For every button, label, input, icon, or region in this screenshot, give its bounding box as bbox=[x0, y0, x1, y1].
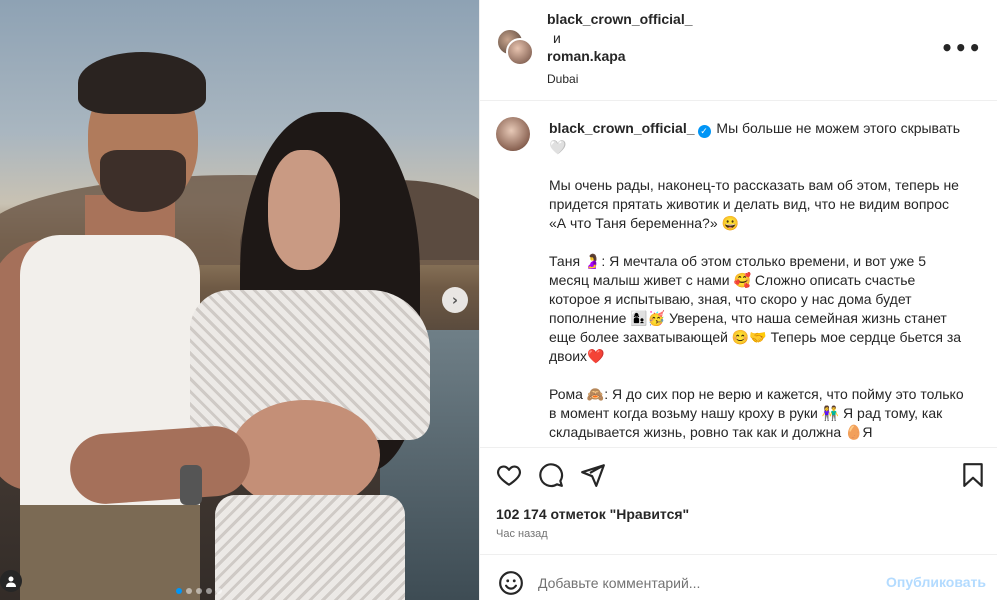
bookmark-icon[interactable] bbox=[960, 462, 986, 488]
author-link[interactable]: roman.kapa bbox=[547, 47, 693, 66]
woman-belly bbox=[230, 400, 380, 510]
more-horizontal-icon[interactable]: ••• bbox=[941, 36, 982, 60]
comment-bar: Опубликовать bbox=[480, 556, 997, 600]
post-side-panel: black_crown_official_ и roman.kapa Dubai… bbox=[479, 0, 997, 600]
action-icons bbox=[496, 462, 606, 488]
heart-icon[interactable] bbox=[496, 462, 522, 488]
emoji-icon[interactable] bbox=[498, 570, 524, 596]
caption-author-link[interactable]: black_crown_official_ bbox=[549, 120, 695, 136]
man-beard bbox=[100, 150, 186, 212]
avatar[interactable] bbox=[506, 38, 534, 66]
woman-knit-skirt bbox=[215, 495, 405, 600]
post-actions: 102 174 отметок "Нравится" Час назад bbox=[480, 447, 997, 555]
carousel-dot bbox=[186, 588, 192, 594]
caption-paragraph: Таня 🤰: Я мечтала об этом столько времен… bbox=[549, 253, 962, 364]
author-link[interactable]: black_crown_official_ bbox=[547, 10, 693, 29]
wristwatch bbox=[180, 465, 202, 505]
man-forearm bbox=[67, 423, 253, 507]
carousel-indicators bbox=[176, 588, 222, 594]
carousel-dot bbox=[206, 588, 212, 594]
post-timestamp[interactable]: Час назад bbox=[496, 528, 548, 540]
post-header: black_crown_official_ и roman.kapa Dubai… bbox=[480, 0, 997, 101]
tagged-users-button[interactable] bbox=[0, 570, 22, 592]
user-icon bbox=[6, 576, 16, 587]
share-icon[interactable] bbox=[580, 462, 606, 488]
carousel-dot bbox=[176, 588, 182, 594]
collab-avatars[interactable] bbox=[496, 28, 536, 68]
likes-count[interactable]: 102 174 отметок "Нравится" bbox=[496, 506, 689, 522]
connector-text: и bbox=[553, 30, 561, 46]
carousel-dot bbox=[216, 588, 222, 594]
carousel-dot bbox=[196, 588, 202, 594]
publish-button[interactable]: Опубликовать bbox=[886, 574, 986, 590]
chevron-right-icon: › bbox=[451, 291, 459, 309]
avatar[interactable] bbox=[496, 117, 530, 151]
location-link[interactable]: Dubai bbox=[547, 72, 693, 86]
woman-face bbox=[268, 150, 340, 270]
caption-scroll-area[interactable]: black_crown_official_ ✓ Мы больше не може… bbox=[480, 101, 997, 447]
man-hair bbox=[78, 52, 206, 114]
comment-icon[interactable] bbox=[538, 462, 564, 488]
caption-paragraph: Рома 🙈: Я до сих пор не верю и кажется, … bbox=[549, 386, 964, 440]
man-pants bbox=[20, 505, 200, 600]
comment-input[interactable] bbox=[538, 570, 868, 596]
post-photo[interactable]: › bbox=[0, 0, 479, 600]
carousel-next-button[interactable]: › bbox=[442, 287, 468, 313]
verified-badge-icon: ✓ bbox=[697, 125, 711, 138]
caption-text: black_crown_official_ ✓ Мы больше не може… bbox=[549, 119, 969, 442]
caption-paragraph: Мы очень рады, наконец-то рассказать вам… bbox=[549, 177, 959, 231]
collab-names: black_crown_official_ и roman.kapa Dubai bbox=[547, 10, 693, 86]
